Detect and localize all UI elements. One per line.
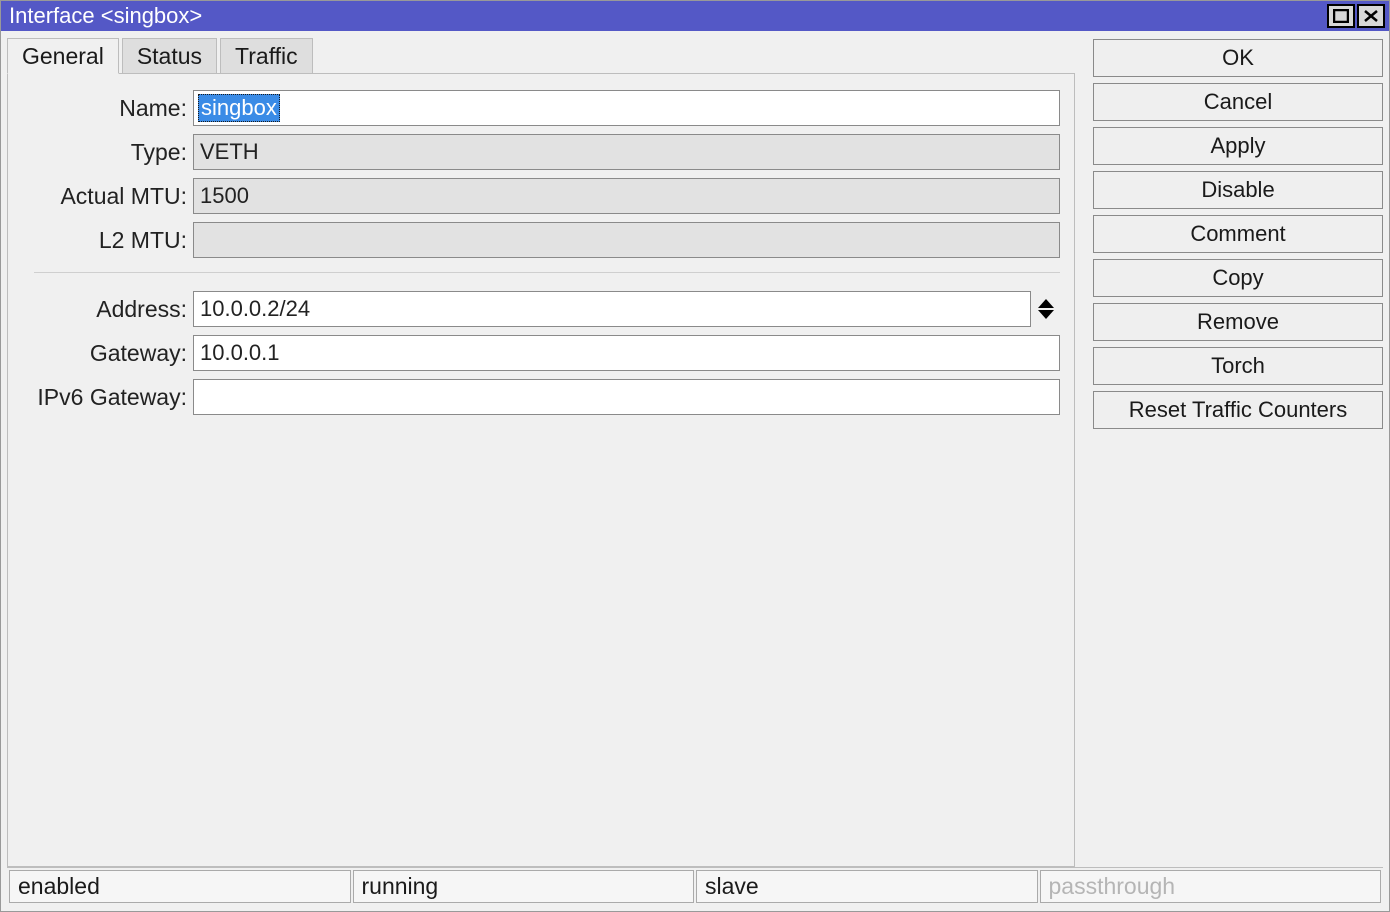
label-type: Type: [18,139,193,166]
tab-general[interactable]: General [7,38,119,74]
tab-status[interactable]: Status [122,38,217,74]
tab-traffic[interactable]: Traffic [220,38,313,74]
label-address: Address: [18,296,193,323]
actual-mtu-field: 1500 [193,178,1060,214]
status-slave: slave [696,870,1038,903]
cancel-button[interactable]: Cancel [1093,83,1383,121]
row-address: Address: [18,287,1060,331]
chevron-down-icon [1038,310,1054,319]
row-actual-mtu: Actual MTU: 1500 [18,174,1060,218]
status-running: running [353,870,695,903]
apply-button[interactable]: Apply [1093,127,1383,165]
status-passthrough: passthrough [1040,870,1382,903]
address-stepper[interactable] [1033,299,1060,319]
form-divider [34,272,1060,273]
l2-mtu-field [193,222,1060,258]
close-button[interactable] [1357,4,1385,28]
window-title: Interface <singbox> [9,3,1327,29]
name-field[interactable]: singbox [193,90,1060,126]
right-button-column: OK Cancel Apply Disable Comment Copy Rem… [1093,37,1383,867]
label-l2-mtu: L2 MTU: [18,227,193,254]
row-name: Name: singbox [18,86,1060,130]
ok-button[interactable]: OK [1093,39,1383,77]
row-gateway: Gateway: [18,331,1060,375]
left-column: General Status Traffic Name: singbox [7,37,1075,867]
comment-button[interactable]: Comment [1093,215,1383,253]
reset-traffic-button[interactable]: Reset Traffic Counters [1093,391,1383,429]
name-value-selected: singbox [198,94,280,122]
copy-button[interactable]: Copy [1093,259,1383,297]
type-field: VETH [193,134,1060,170]
label-gateway: Gateway: [18,340,193,367]
disable-button[interactable]: Disable [1093,171,1383,209]
status-enabled: enabled [9,870,351,903]
tab-pane-general: Name: singbox Type: VETH [7,73,1075,867]
label-name: Name: [18,95,193,122]
address-field[interactable] [193,291,1031,327]
interface-window: Interface <singbox> General Status Traff… [0,0,1390,912]
ipv6-gateway-field[interactable] [193,379,1060,415]
row-type: Type: VETH [18,130,1060,174]
row-ipv6-gateway: IPv6 Gateway: [18,375,1060,419]
remove-button[interactable]: Remove [1093,303,1383,341]
maximize-button[interactable] [1327,4,1355,28]
window-controls [1327,4,1385,28]
label-actual-mtu: Actual MTU: [18,183,193,210]
window-body: General Status Traffic Name: singbox [1,31,1389,911]
row-l2-mtu: L2 MTU: [18,218,1060,262]
tab-strip: General Status Traffic [7,37,1075,73]
main-row: General Status Traffic Name: singbox [7,37,1383,867]
chevron-up-icon [1038,299,1054,308]
gateway-field[interactable] [193,335,1060,371]
titlebar[interactable]: Interface <singbox> [1,1,1389,31]
torch-button[interactable]: Torch [1093,347,1383,385]
label-ipv6-gateway: IPv6 Gateway: [18,384,193,411]
status-bar: enabled running slave passthrough [7,867,1383,905]
